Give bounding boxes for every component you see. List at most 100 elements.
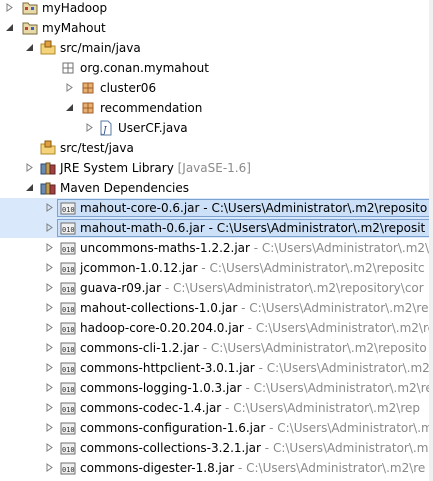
package-icon (82, 82, 94, 94)
jar-icon: 010 (60, 222, 76, 235)
tree-item-label: commons-digester-1.8.jar - C:\Users\Admi… (80, 461, 426, 475)
svg-text:010: 010 (62, 226, 75, 234)
expand-arrow-icon[interactable] (45, 303, 54, 312)
tree-item-label: recommendation (100, 101, 203, 115)
tree-item-package-recommendation[interactable]: recommendation (0, 98, 433, 118)
jar-icon: 010 (60, 302, 76, 315)
expand-arrow-icon[interactable] (65, 83, 74, 92)
collapse-arrow-icon[interactable] (65, 103, 74, 112)
java-file-icon: J (100, 120, 112, 136)
library-icon (40, 162, 56, 175)
tree-item-jre-system-library[interactable]: JRE System Library [JavaSE-1.6] (0, 158, 433, 178)
tree-item-label: guava-r09.jar - C:\Users\Administrator\.… (80, 281, 424, 295)
collapse-arrow-icon[interactable] (25, 183, 34, 192)
tree-item-decoration: - C:\Users\Administrator\.m2\re (243, 321, 433, 335)
svg-text:010: 010 (62, 386, 75, 394)
collapse-arrow-icon[interactable] (5, 23, 14, 32)
expand-arrow-icon[interactable] (45, 223, 54, 232)
tree-item-jar[interactable]: 010 mahout-collections-1.0.jar - C:\User… (0, 298, 433, 318)
tree-item-myhadoop[interactable]: myHadoop (0, 0, 433, 18)
tree-item-file-usercf-java[interactable]: J UserCF.java (0, 118, 433, 138)
tree-item-decoration: - C:\Users\Administrator\.m2\reposito (199, 201, 428, 215)
tree-item-label: cluster06 (100, 81, 157, 95)
tree-item-decoration: - C:\Users\Administrator\.m2\repositc (197, 261, 425, 275)
tree-item-jar[interactable]: 010 commons-logging-1.0.3.jar - C:\Users… (0, 378, 433, 398)
tree-item-jar[interactable]: 010 commons-digester-1.8.jar - C:\Users\… (0, 458, 433, 478)
expand-arrow-icon[interactable] (45, 443, 54, 452)
collapse-arrow-icon[interactable] (25, 43, 34, 52)
expand-arrow-icon[interactable] (85, 123, 94, 132)
tree-item-label: myHadoop (42, 1, 108, 15)
tree-item-jar[interactable]: 010 uncommons-maths-1.2.2.jar - C:\Users… (0, 238, 433, 258)
tree-item-jar[interactable]: 010 commons-cli-1.2.jar - C:\Users\Admin… (0, 338, 433, 358)
jar-icon: 010 (60, 362, 76, 375)
tree-item-package-org-conan-mymahout[interactable]: org.conan.mymahout (0, 58, 433, 78)
jar-icon: 010 (60, 442, 76, 455)
project-icon (22, 2, 38, 15)
tree-item-decoration: - C:\Users\Administrator\.m (260, 441, 429, 455)
svg-text:010: 010 (62, 426, 75, 434)
tree-item-label: mahout-collections-1.0.jar - C:\Users\Ad… (80, 301, 429, 315)
svg-text:010: 010 (62, 446, 75, 454)
tree-item-decoration: - C:\Users\Administrator\.m2\reposito (198, 341, 427, 355)
jar-icon: 010 (60, 402, 76, 415)
jar-icon: 010 (60, 342, 76, 355)
tree-item-jar[interactable]: 010 commons-codec-1.4.jar - C:\Users\Adm… (0, 398, 433, 418)
tree-item-jar[interactable]: 010 mahout-core-0.6.jar - C:\Users\Admin… (0, 198, 433, 218)
tree-item-jar[interactable]: 010 commons-configuration-1.6.jar - C:\U… (0, 418, 433, 438)
expand-arrow-icon[interactable] (45, 283, 54, 292)
expand-arrow-icon[interactable] (45, 403, 54, 412)
tree-item-jar[interactable]: 010 hadoop-core-0.20.204.0.jar - C:\User… (0, 318, 433, 338)
jar-icon: 010 (60, 382, 76, 395)
expand-arrow-icon[interactable] (45, 423, 54, 432)
tree-item-label: commons-httpclient-3.0.1.jar - C:\Users\… (80, 361, 430, 375)
tree-item-label: jcommon-1.0.12.jar - C:\Users\Administra… (80, 261, 425, 275)
expand-arrow-icon[interactable] (25, 163, 34, 172)
tree-item-decoration: - C:\Users\Administrator\.m2\repository\… (161, 281, 424, 295)
expand-arrow-icon[interactable] (45, 383, 54, 392)
tree-item-jar[interactable]: 010 guava-r09.jar - C:\Users\Administrat… (0, 278, 433, 298)
expand-arrow-icon[interactable] (45, 363, 54, 372)
jar-icon: 010 (60, 242, 76, 255)
tree-item-label: commons-configuration-1.6.jar - C:\Users… (80, 421, 433, 435)
expand-arrow-icon[interactable] (45, 243, 54, 252)
jar-icon: 010 (60, 462, 76, 475)
tree-item-decoration: - C:\Users\Administrator\.m2\re (237, 301, 429, 315)
tree-item-label: org.conan.mymahout (80, 61, 209, 75)
source-folder-icon (40, 140, 56, 155)
tree-item-label: hadoop-core-0.20.204.0.jar - C:\Users\Ad… (80, 320, 433, 336)
expand-arrow-icon[interactable] (45, 323, 54, 332)
empty-package-icon (62, 62, 74, 74)
vertical-scrollbar[interactable] (429, 0, 433, 481)
package-icon (82, 102, 94, 114)
tree-item-src-main-java[interactable]: src/main/java (0, 38, 433, 58)
tree-item-decoration: [JavaSE-1.6] (173, 161, 251, 175)
tree-item-jar[interactable]: 010 commons-collections-3.2.1.jar - C:\U… (0, 438, 433, 458)
tree-item-maven-dependencies[interactable]: Maven Dependencies (0, 178, 433, 198)
tree-item-label: UserCF.java (118, 121, 188, 135)
tree-item-jar[interactable]: 010 mahout-math-0.6.jar - C:\Users\Admin… (0, 218, 433, 238)
svg-text:010: 010 (62, 466, 75, 474)
expand-arrow-icon[interactable] (45, 203, 54, 212)
tree-item-jar[interactable]: 010 jcommon-1.0.12.jar - C:\Users\Admini… (0, 258, 433, 278)
tree-item-src-test-java[interactable]: src/test/java (0, 138, 433, 158)
svg-text:010: 010 (62, 286, 75, 294)
tree-item-package-cluster06[interactable]: cluster06 (0, 78, 433, 98)
expand-arrow-icon[interactable] (5, 3, 14, 12)
tree-item-mymahout[interactable]: myMahout (0, 18, 433, 38)
tree-item-label: commons-logging-1.0.3.jar - C:\Users\Adm… (80, 381, 433, 395)
package-explorer-tree[interactable]: myHadoop myMahout src/main/java org.cona… (0, 0, 433, 481)
tree-item-jar[interactable]: 010 commons-httpclient-3.0.1.jar - C:\Us… (0, 358, 433, 378)
expand-arrow-icon[interactable] (45, 463, 54, 472)
tree-item-label: Maven Dependencies (60, 181, 190, 195)
tree-item-label: commons-collections-3.2.1.jar - C:\Users… (80, 441, 429, 455)
tree-item-decoration: - C:\Users\Administrator\.m (265, 421, 433, 435)
expand-arrow-icon[interactable] (45, 343, 54, 352)
tree-item-decoration: - C:\Users\Administrator\.m2\re (241, 381, 433, 395)
tree-item-decoration: - C:\Users\Administrator\.m2\ (249, 241, 430, 255)
tree-item-label: myMahout (42, 21, 106, 35)
project-icon (22, 22, 38, 35)
expand-arrow-icon[interactable] (45, 263, 54, 272)
jar-icon: 010 (60, 202, 76, 215)
tree-item-label: uncommons-maths-1.2.2.jar - C:\Users\Adm… (80, 241, 430, 255)
